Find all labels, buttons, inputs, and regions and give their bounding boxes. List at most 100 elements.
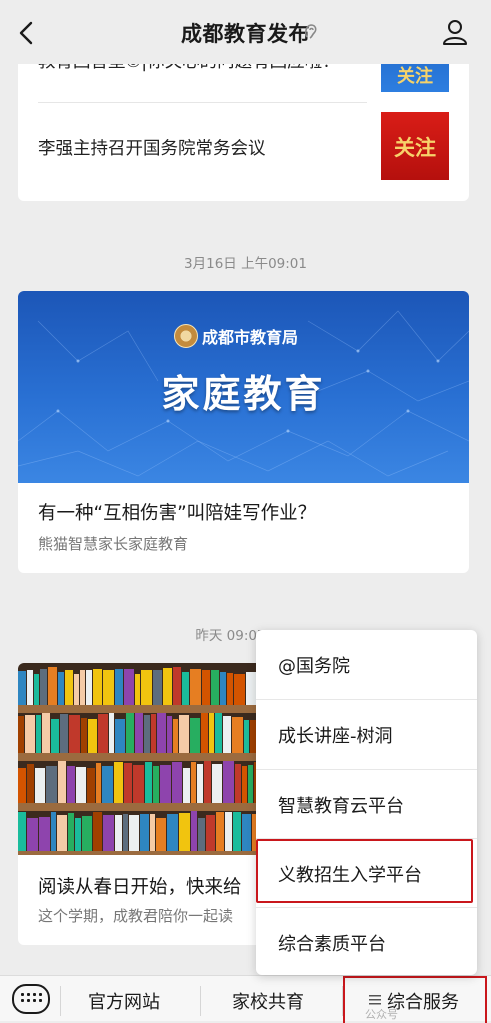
book-spine bbox=[201, 713, 208, 753]
book-spine bbox=[96, 763, 101, 803]
book-spine bbox=[173, 667, 181, 705]
book-spine bbox=[160, 765, 171, 803]
book-spine bbox=[204, 761, 211, 803]
book-spine bbox=[35, 768, 45, 803]
book-spine bbox=[115, 815, 122, 851]
book-spine bbox=[69, 715, 80, 753]
book-spine bbox=[18, 812, 26, 851]
book-spine bbox=[102, 766, 113, 803]
highlight-box bbox=[256, 839, 473, 903]
menu-item-label: 智慧教育云平台 bbox=[278, 796, 404, 817]
bureau-logo bbox=[174, 324, 198, 348]
book-spine bbox=[115, 719, 125, 753]
book-spine bbox=[109, 713, 114, 753]
menu-item-growth-lecture[interactable]: 成长讲座-树洞 bbox=[256, 700, 477, 769]
book-spine bbox=[60, 714, 68, 753]
book-spine bbox=[232, 717, 243, 753]
book-spine bbox=[153, 670, 162, 705]
tab-home-school[interactable]: 家校共育 bbox=[232, 988, 304, 1014]
ear-icon[interactable] bbox=[302, 22, 320, 42]
book-spine bbox=[40, 669, 47, 705]
book-spine bbox=[150, 814, 155, 851]
book-spine bbox=[145, 762, 152, 803]
book-spine bbox=[88, 719, 97, 753]
timestamp: 3月16日 上午09:01 bbox=[184, 256, 307, 272]
book-spine bbox=[98, 714, 108, 753]
book-spine bbox=[163, 668, 172, 705]
top-bar: 成都教育发布 bbox=[0, 0, 491, 64]
book-spine bbox=[206, 815, 215, 851]
book-spine bbox=[235, 764, 241, 803]
book-spine bbox=[27, 764, 34, 803]
book-spine bbox=[211, 670, 219, 705]
banner-headline: 家庭教育 bbox=[161, 372, 326, 416]
service-popup-menu: @国务院 成长讲座-树洞 智慧教育云平台 义教招生入学平台 综合素质平台 bbox=[256, 630, 477, 975]
book-spine bbox=[223, 761, 234, 803]
book-spine bbox=[215, 713, 222, 753]
book-spine bbox=[246, 672, 256, 705]
book-spine bbox=[36, 715, 41, 753]
menu-item-label: 综合素质平台 bbox=[278, 934, 386, 955]
book-spine bbox=[220, 672, 226, 705]
book-spine bbox=[124, 763, 132, 803]
book-spine bbox=[86, 670, 92, 705]
book-spine bbox=[225, 812, 232, 851]
book-spine bbox=[18, 716, 24, 753]
book-spine bbox=[141, 670, 152, 705]
thumb-text: 关注 bbox=[394, 135, 436, 160]
article-card[interactable]: 成都市教育局 家庭教育 有一种“互相伤害”叫陪娃写作业？ 熊猫智慧家长家庭教育 bbox=[18, 291, 469, 573]
book-spine bbox=[126, 713, 134, 753]
article-title[interactable]: 李强主持召开国务院常务会议 bbox=[38, 135, 266, 160]
book-spine bbox=[183, 768, 190, 803]
person-icon[interactable] bbox=[441, 18, 469, 46]
book-spine bbox=[202, 670, 210, 705]
book-spine bbox=[93, 812, 102, 851]
menu-item-quality-platform[interactable]: 综合素质平台 bbox=[256, 908, 477, 977]
book-spine bbox=[157, 713, 166, 753]
book-spine bbox=[190, 669, 201, 705]
book-spine bbox=[51, 812, 56, 851]
book-spine bbox=[42, 713, 50, 753]
book-spine bbox=[68, 813, 74, 851]
book-spine bbox=[58, 672, 64, 705]
book-spine bbox=[18, 671, 26, 705]
menu-item-label: 成长讲座-树洞 bbox=[278, 726, 393, 747]
book-spine bbox=[115, 669, 123, 705]
thumb-text: 关注 bbox=[397, 66, 433, 87]
book-spine bbox=[114, 762, 123, 803]
bottom-menu-bar: 官方网站 家校共育 综合服务 bbox=[0, 975, 491, 1023]
book-spine bbox=[248, 765, 253, 803]
tab-divider bbox=[200, 986, 201, 1016]
book-spine bbox=[227, 673, 233, 705]
book-spine bbox=[234, 674, 245, 705]
shelf-board bbox=[18, 753, 258, 761]
banner-org-name: 成都市教育局 bbox=[202, 328, 299, 347]
book-spine bbox=[34, 674, 39, 705]
book-spine bbox=[167, 814, 178, 851]
keyboard-icon[interactable] bbox=[12, 984, 50, 1014]
article-group-card: 教育回音壁⑥|你关心的问题有回应啦！ 关注 李强主持召开国务院常务会议 关注 bbox=[18, 40, 469, 201]
article-thumbnail[interactable]: 关注 bbox=[381, 112, 449, 180]
shelf-board bbox=[18, 705, 258, 713]
book-spine bbox=[103, 815, 114, 851]
tab-official-site[interactable]: 官方网站 bbox=[88, 988, 160, 1014]
book-spine bbox=[156, 818, 166, 851]
book-spine bbox=[182, 672, 189, 705]
book-spine bbox=[129, 815, 139, 851]
book-spine bbox=[46, 766, 57, 803]
book-spine bbox=[25, 715, 35, 753]
menu-item-state-council[interactable]: @国务院 bbox=[256, 630, 477, 699]
book-spine bbox=[223, 716, 231, 753]
book-spine bbox=[179, 813, 190, 851]
book-spine bbox=[153, 766, 159, 803]
book-spine bbox=[93, 669, 102, 705]
book-spine bbox=[82, 816, 92, 851]
book-spine bbox=[242, 814, 251, 851]
book-spine bbox=[27, 670, 33, 705]
book-spine bbox=[74, 674, 79, 705]
book-spine bbox=[197, 764, 203, 803]
book-spine bbox=[27, 818, 38, 851]
article-banner-image: 成都市教育局 家庭教育 bbox=[18, 291, 469, 483]
book-spine bbox=[179, 715, 189, 753]
menu-item-smart-edu-cloud[interactable]: 智慧教育云平台 bbox=[256, 770, 477, 839]
